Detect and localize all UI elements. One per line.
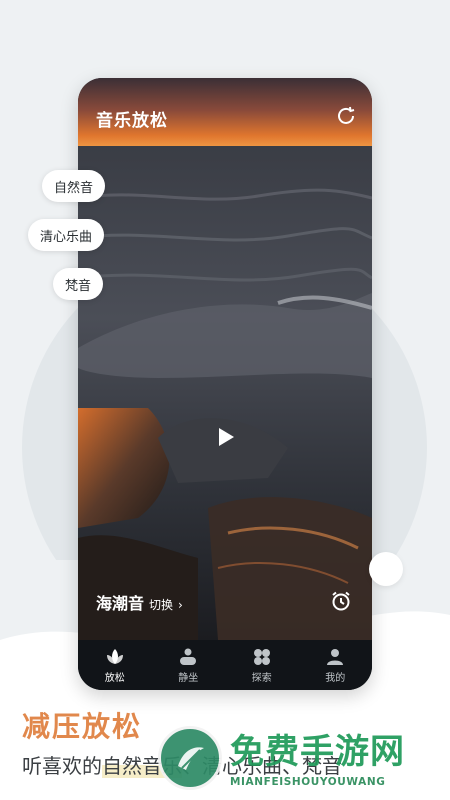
tab-meditate[interactable]: 静坐 <box>152 640 226 690</box>
tab-relax[interactable]: 放松 <box>78 640 152 690</box>
chevron-right-icon: › <box>178 598 183 612</box>
category-chip-sanskrit[interactable]: 梵音 <box>53 268 104 300</box>
track-info[interactable]: 海潮音 切换 › <box>96 590 183 614</box>
category-chip-nature[interactable]: 自然音 <box>42 170 106 202</box>
switch-track-button[interactable]: 切换 <box>149 596 173 613</box>
bottom-tab-bar: 放松 静坐 探索 我的 <box>78 640 372 690</box>
tab-mine[interactable]: 我的 <box>299 640 373 690</box>
watermark-title: 免费手游网 <box>230 732 405 772</box>
play-icon <box>219 428 234 446</box>
tab-label: 静坐 <box>178 672 199 684</box>
ocean-sunset-scene <box>78 78 372 640</box>
phone-mockup: 音乐放松 海潮音 切换 › 放松 静坐 探索 我的 <box>78 78 372 690</box>
app-title: 音乐放松 <box>96 111 168 131</box>
track-name: 海潮音 <box>96 594 145 613</box>
refresh-icon[interactable] <box>334 104 358 128</box>
tab-label: 我的 <box>325 672 346 684</box>
tab-explore[interactable]: 探索 <box>225 640 299 690</box>
meditate-icon <box>177 647 199 667</box>
tab-label: 放松 <box>104 672 125 684</box>
decorative-dot <box>369 552 403 586</box>
watermark-logo-icon <box>158 726 222 790</box>
explore-icon <box>251 647 273 667</box>
tab-label: 探索 <box>251 672 272 684</box>
promo-headline: 减压放松 <box>22 710 143 743</box>
user-icon <box>324 647 346 667</box>
play-button[interactable] <box>212 423 240 451</box>
promo-sub-prefix: 听喜欢的 <box>22 754 102 778</box>
alarm-clock-icon[interactable] <box>330 590 352 612</box>
watermark-subtitle: MIANFEISHOUYOUWANG <box>230 776 386 788</box>
watermark: 免费手游网 MIANFEISHOUYOUWANG <box>152 718 450 800</box>
lotus-icon <box>104 647 126 667</box>
category-chip-music[interactable]: 清心乐曲 <box>28 219 105 251</box>
